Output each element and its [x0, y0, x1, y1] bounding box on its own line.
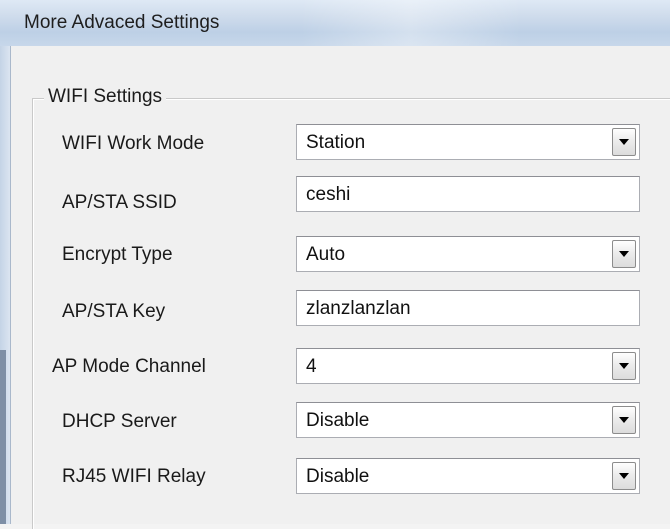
ap-sta-key-label: AP/STA Key [62, 301, 166, 322]
chevron-down-icon[interactable] [612, 240, 636, 268]
encrypt-type-select[interactable]: Auto [296, 236, 640, 272]
wifi-work-mode-value: Station [306, 132, 366, 153]
ap-sta-ssid-input[interactable]: ceshi [296, 176, 640, 212]
chevron-down-icon[interactable] [612, 462, 636, 490]
dhcp-server-select[interactable]: Disable [296, 402, 640, 438]
ap-mode-channel-value: 4 [306, 356, 317, 377]
encrypt-type-label: Encrypt Type [62, 244, 173, 265]
rj45-wifi-relay-label: RJ45 WIFI Relay [62, 466, 206, 487]
ap-mode-channel-label: AP Mode Channel [52, 356, 206, 377]
rj45-wifi-relay-value: Disable [306, 466, 370, 487]
title-bar: More Advaced Settings [0, 0, 670, 47]
ap-sta-ssid-label: AP/STA SSID [62, 192, 177, 213]
dhcp-server-value: Disable [306, 410, 370, 431]
dhcp-server-label: DHCP Server [62, 411, 177, 432]
ap-sta-key-input[interactable]: zlanzlanzlan [296, 290, 640, 326]
wifi-work-mode-label: WIFI Work Mode [62, 133, 205, 154]
ap-sta-key-value: zlanzlanzlan [306, 298, 411, 319]
rj45-wifi-relay-select[interactable]: Disable [296, 458, 640, 494]
window-frame-shadow [0, 350, 6, 524]
encrypt-type-value: Auto [306, 244, 346, 265]
window-title: More Advaced Settings [24, 12, 220, 33]
chevron-down-icon[interactable] [612, 128, 636, 156]
chevron-down-icon[interactable] [612, 352, 636, 380]
wifi-work-mode-select[interactable]: Station [296, 124, 640, 160]
ap-mode-channel-select[interactable]: 4 [296, 348, 640, 384]
settings-window: More Advaced Settings WIFI Settings WIFI… [0, 0, 670, 529]
chevron-down-icon[interactable] [612, 406, 636, 434]
ap-sta-ssid-value: ceshi [306, 184, 351, 205]
wifi-settings-legend: WIFI Settings [44, 86, 167, 108]
